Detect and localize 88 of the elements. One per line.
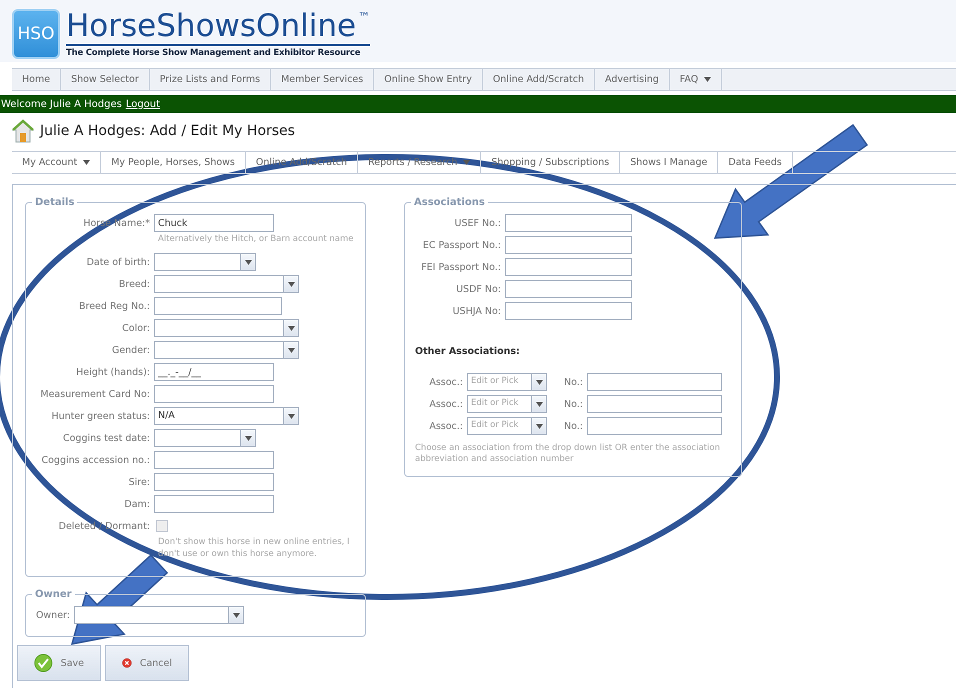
nav-tab[interactable]: Show Selector [61, 69, 150, 90]
nav-tab[interactable]: My Account [12, 152, 102, 173]
logout-link[interactable]: Logout [126, 98, 160, 110]
text-field[interactable] [505, 302, 632, 320]
nav-tab[interactable]: My People, Horses, Shows [101, 152, 246, 173]
field-label: Breed Reg No.: [78, 300, 150, 312]
dropdown-field[interactable] [154, 429, 256, 448]
checkbox[interactable] [156, 520, 168, 532]
nav-tab[interactable]: Home [12, 69, 62, 90]
nav-tab[interactable]: Prize Lists and Forms [150, 69, 272, 90]
caret-icon [244, 436, 252, 441]
nav-tab[interactable]: Advertising [595, 69, 670, 90]
text-field[interactable]: Chuck [154, 214, 274, 232]
text-field[interactable] [505, 258, 632, 276]
text-field[interactable] [154, 473, 274, 492]
dropdown-field[interactable] [154, 275, 299, 294]
dropdown-field[interactable]: N/A [154, 407, 299, 426]
nav-tab[interactable]: Online Show Entry [374, 69, 483, 90]
field-label: Deleted / Dormant: [58, 520, 150, 532]
field-label: Assoc.: [428, 376, 463, 388]
text-field[interactable] [154, 385, 274, 404]
logo-badge: HSO [12, 9, 60, 59]
text-field[interactable] [154, 451, 274, 470]
nav-tab[interactable]: Online Add/Scratch [482, 69, 596, 90]
caret-icon [536, 424, 542, 428]
text-field[interactable]: __._-__/__ [154, 363, 274, 382]
nav-tab[interactable]: Shopping / Subscriptions [481, 152, 620, 173]
field-label: Sire: [128, 476, 150, 488]
caret-icon [288, 282, 294, 287]
nav-tab[interactable]: Shows I Manage [620, 152, 718, 173]
field-label: Hunter green status: [50, 410, 150, 422]
welcome-text: Welcome Julie A Hodges [1, 98, 122, 110]
caret-icon [232, 612, 240, 618]
page-title: Julie A Hodges: Add / Edit My Horses [40, 123, 295, 139]
caret-icon [536, 380, 542, 384]
text-field[interactable] [505, 280, 632, 298]
caret-icon [288, 348, 294, 353]
caret-icon [704, 77, 712, 82]
caret-icon [463, 160, 470, 165]
caret-icon [83, 160, 90, 165]
field-label: USEF No.: [454, 218, 501, 228]
field-label: Owner: [34, 610, 70, 621]
field-label: EC Passport No.: [422, 240, 501, 250]
text-field[interactable] [154, 495, 274, 514]
caret-icon [244, 260, 252, 265]
group-legend: Owner [32, 589, 75, 600]
field-label: FEI Passport No.: [420, 262, 501, 272]
field-label: Date of birth: [86, 256, 150, 268]
field-label: Assoc.: [428, 398, 463, 410]
section-heading: Other Associations: [415, 346, 521, 357]
dropdown-field[interactable] [74, 606, 244, 624]
text-field[interactable] [587, 373, 722, 391]
logo-tagline: The Complete Horse Show Management and Exhibitor Resource [66, 44, 370, 58]
group-legend: Associations [411, 197, 488, 208]
field-label: Gender: [110, 344, 150, 356]
house-icon [12, 119, 34, 143]
caret-icon [288, 414, 294, 419]
text-field[interactable] [587, 395, 722, 413]
text-field[interactable] [505, 214, 632, 232]
field-label: No.: [563, 376, 583, 388]
field-label: Coggins accession no.: [40, 454, 150, 466]
save-button[interactable]: Save [17, 645, 101, 682]
cancel-button[interactable]: Cancel [105, 645, 189, 682]
field-label: Dam: [123, 498, 150, 510]
caret-icon [536, 402, 542, 406]
field-label: USDF No: [455, 284, 501, 294]
dropdown-field[interactable] [154, 341, 299, 360]
field-label: Breed: [118, 278, 150, 290]
nav-tab[interactable]: FAQ [670, 69, 722, 90]
field-label: Assoc.: [428, 420, 463, 432]
logo-name: HorseShowsOnline™ [66, 10, 370, 42]
field-hint: Alternatively the Hitch, or Barn account name [158, 234, 354, 246]
field-label: No.: [563, 420, 583, 432]
field-label: Measurement Card No: [39, 388, 150, 400]
group-legend: Details [32, 197, 78, 208]
text-field[interactable] [154, 297, 282, 316]
field-label: Height (hands): [75, 366, 150, 378]
field-label: USHJA No: [452, 306, 501, 316]
help-text: Choose an association from the drop down list OR enter the association abbreviation and association number [415, 443, 721, 466]
field-label: Coggins test date: [62, 432, 150, 444]
caret-icon [288, 326, 294, 331]
nav-tab[interactable]: Member Services [271, 69, 374, 90]
field-label: Color: [121, 322, 150, 334]
text-field[interactable] [505, 236, 632, 254]
field-label: No.: [563, 398, 583, 410]
dropdown-field[interactable] [154, 319, 299, 338]
text-field[interactable] [587, 417, 722, 435]
dropdown-field[interactable] [154, 253, 256, 272]
